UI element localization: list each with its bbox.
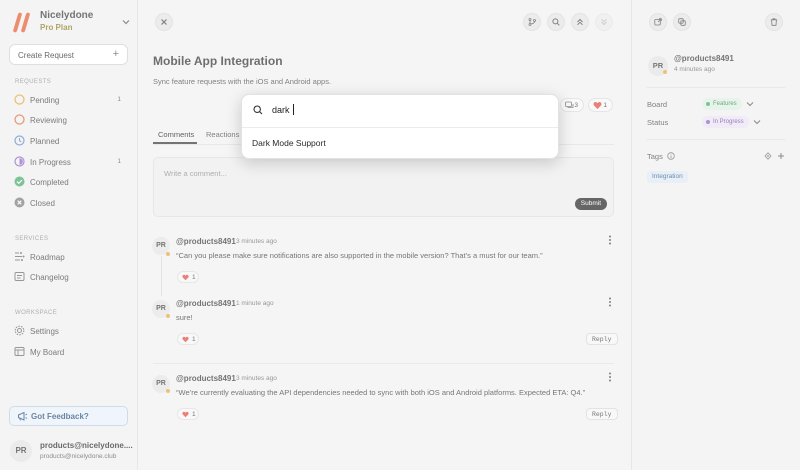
divider	[242, 127, 558, 128]
modal-overlay[interactable]	[0, 0, 800, 470]
text-cursor	[293, 104, 294, 115]
search-palette: dark Dark Mode Support	[241, 94, 559, 159]
search-icon	[253, 105, 263, 115]
search-input[interactable]: dark	[272, 105, 290, 115]
search-result-item[interactable]: Dark Mode Support	[252, 138, 326, 148]
